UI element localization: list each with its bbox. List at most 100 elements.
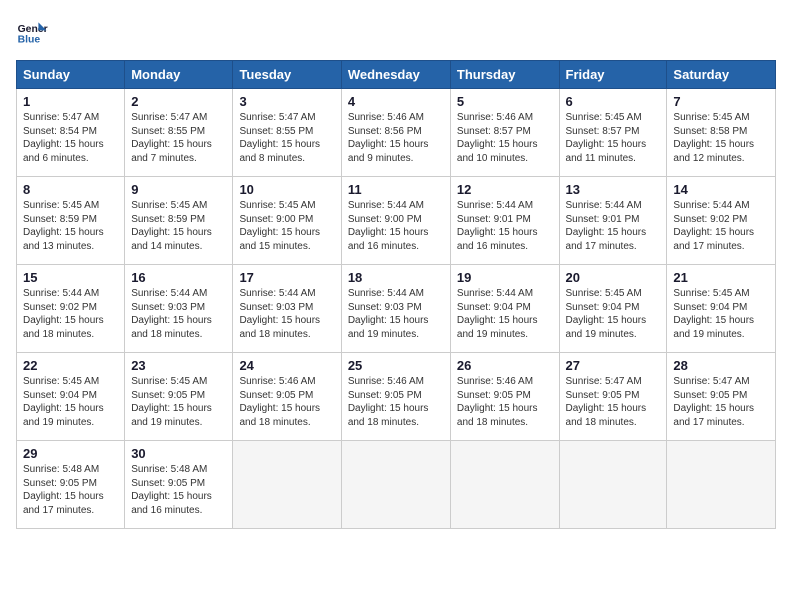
calendar-cell: 1 Sunrise: 5:47 AMSunset: 8:54 PMDaylight…	[17, 89, 125, 177]
day-number: 23	[131, 358, 226, 373]
calendar-cell: 2 Sunrise: 5:47 AMSunset: 8:55 PMDaylight…	[125, 89, 233, 177]
day-info: Sunrise: 5:45 AMSunset: 8:58 PMDaylight:…	[673, 111, 769, 165]
day-info: Sunrise: 5:44 AMSunset: 9:03 PMDaylight:…	[348, 287, 444, 341]
calendar-cell: 18 Sunrise: 5:44 AMSunset: 9:03 PMDayligh…	[341, 265, 450, 353]
calendar-cell: 12 Sunrise: 5:44 AMSunset: 9:01 PMDayligh…	[450, 177, 559, 265]
day-number: 10	[239, 182, 334, 197]
day-number: 13	[566, 182, 661, 197]
day-number: 24	[239, 358, 334, 373]
day-number: 6	[566, 94, 661, 109]
calendar-cell: 16 Sunrise: 5:44 AMSunset: 9:03 PMDayligh…	[125, 265, 233, 353]
calendar-cell: 7 Sunrise: 5:45 AMSunset: 8:58 PMDaylight…	[667, 89, 776, 177]
calendar-week-row: 1 Sunrise: 5:47 AMSunset: 8:54 PMDaylight…	[17, 89, 776, 177]
day-number: 3	[239, 94, 334, 109]
day-info: Sunrise: 5:44 AMSunset: 9:02 PMDaylight:…	[673, 199, 769, 253]
calendar-cell: 10 Sunrise: 5:45 AMSunset: 9:00 PMDayligh…	[233, 177, 341, 265]
day-number: 19	[457, 270, 553, 285]
day-number: 8	[23, 182, 118, 197]
day-info: Sunrise: 5:44 AMSunset: 9:01 PMDaylight:…	[457, 199, 553, 253]
day-number: 5	[457, 94, 553, 109]
day-info: Sunrise: 5:44 AMSunset: 9:03 PMDaylight:…	[239, 287, 334, 341]
svg-text:Blue: Blue	[18, 34, 41, 45]
day-info: Sunrise: 5:47 AMSunset: 8:54 PMDaylight:…	[23, 111, 118, 165]
day-info: Sunrise: 5:47 AMSunset: 9:05 PMDaylight:…	[566, 375, 661, 429]
day-info: Sunrise: 5:44 AMSunset: 9:03 PMDaylight:…	[131, 287, 226, 341]
calendar-cell: 28 Sunrise: 5:47 AMSunset: 9:05 PMDayligh…	[667, 353, 776, 441]
day-info: Sunrise: 5:47 AMSunset: 8:55 PMDaylight:…	[239, 111, 334, 165]
calendar-cell: 19 Sunrise: 5:44 AMSunset: 9:04 PMDayligh…	[450, 265, 559, 353]
day-info: Sunrise: 5:44 AMSunset: 9:04 PMDaylight:…	[457, 287, 553, 341]
calendar-cell: 5Sunrise: 5:46 AMSunset: 8:57 PMDaylight…	[450, 89, 559, 177]
weekday-header: Monday	[125, 61, 233, 89]
calendar-cell: 6 Sunrise: 5:45 AMSunset: 8:57 PMDaylight…	[559, 89, 667, 177]
day-number: 29	[23, 446, 118, 461]
day-info: Sunrise: 5:45 AMSunset: 8:59 PMDaylight:…	[131, 199, 226, 253]
day-number: 2	[131, 94, 226, 109]
calendar-cell: 24 Sunrise: 5:46 AMSunset: 9:05 PMDayligh…	[233, 353, 341, 441]
calendar-cell: 22 Sunrise: 5:45 AMSunset: 9:04 PMDayligh…	[17, 353, 125, 441]
day-info: Sunrise: 5:45 AMSunset: 9:04 PMDaylight:…	[566, 287, 661, 341]
calendar-cell: 9 Sunrise: 5:45 AMSunset: 8:59 PMDaylight…	[125, 177, 233, 265]
day-info: Sunrise: 5:48 AMSunset: 9:05 PMDaylight:…	[131, 463, 226, 517]
day-number: 28	[673, 358, 769, 373]
day-number: 1	[23, 94, 118, 109]
calendar-cell: 13 Sunrise: 5:44 AMSunset: 9:01 PMDayligh…	[559, 177, 667, 265]
calendar-cell	[341, 441, 450, 529]
day-number: 30	[131, 446, 226, 461]
day-info: Sunrise: 5:46 AMSunset: 8:56 PMDaylight:…	[348, 111, 444, 165]
day-number: 12	[457, 182, 553, 197]
day-number: 20	[566, 270, 661, 285]
day-info: Sunrise: 5:47 AMSunset: 9:05 PMDaylight:…	[673, 375, 769, 429]
calendar-week-row: 29 Sunrise: 5:48 AMSunset: 9:05 PMDayligh…	[17, 441, 776, 529]
calendar-cell: 11Sunrise: 5:44 AMSunset: 9:00 PMDayligh…	[341, 177, 450, 265]
calendar-cell: 3 Sunrise: 5:47 AMSunset: 8:55 PMDaylight…	[233, 89, 341, 177]
day-info: Sunrise: 5:45 AMSunset: 8:57 PMDaylight:…	[566, 111, 661, 165]
calendar-cell: 8 Sunrise: 5:45 AMSunset: 8:59 PMDaylight…	[17, 177, 125, 265]
calendar-header-row: SundayMondayTuesdayWednesdayThursdayFrid…	[17, 61, 776, 89]
page-header: General Blue	[16, 16, 776, 48]
day-info: Sunrise: 5:48 AMSunset: 9:05 PMDaylight:…	[23, 463, 118, 517]
weekday-header: Thursday	[450, 61, 559, 89]
weekday-header: Friday	[559, 61, 667, 89]
calendar-week-row: 15Sunrise: 5:44 AMSunset: 9:02 PMDayligh…	[17, 265, 776, 353]
day-info: Sunrise: 5:46 AMSunset: 9:05 PMDaylight:…	[239, 375, 334, 429]
weekday-header: Saturday	[667, 61, 776, 89]
day-number: 16	[131, 270, 226, 285]
day-number: 14	[673, 182, 769, 197]
calendar-cell: 23Sunrise: 5:45 AMSunset: 9:05 PMDayligh…	[125, 353, 233, 441]
calendar-cell: 25Sunrise: 5:46 AMSunset: 9:05 PMDayligh…	[341, 353, 450, 441]
calendar-cell: 14 Sunrise: 5:44 AMSunset: 9:02 PMDayligh…	[667, 177, 776, 265]
day-info: Sunrise: 5:45 AMSunset: 9:00 PMDaylight:…	[239, 199, 334, 253]
calendar-cell: 4 Sunrise: 5:46 AMSunset: 8:56 PMDaylight…	[341, 89, 450, 177]
calendar-cell: 27 Sunrise: 5:47 AMSunset: 9:05 PMDayligh…	[559, 353, 667, 441]
day-info: Sunrise: 5:45 AMSunset: 9:04 PMDaylight:…	[23, 375, 118, 429]
day-number: 18	[348, 270, 444, 285]
calendar-cell: 15Sunrise: 5:44 AMSunset: 9:02 PMDayligh…	[17, 265, 125, 353]
calendar-cell: 17Sunrise: 5:44 AMSunset: 9:03 PMDayligh…	[233, 265, 341, 353]
calendar-cell: 29 Sunrise: 5:48 AMSunset: 9:05 PMDayligh…	[17, 441, 125, 529]
calendar-cell	[450, 441, 559, 529]
day-number: 15	[23, 270, 118, 285]
calendar-cell: 30 Sunrise: 5:48 AMSunset: 9:05 PMDayligh…	[125, 441, 233, 529]
day-info: Sunrise: 5:47 AMSunset: 8:55 PMDaylight:…	[131, 111, 226, 165]
calendar-cell	[667, 441, 776, 529]
day-number: 22	[23, 358, 118, 373]
day-number: 9	[131, 182, 226, 197]
logo-icon: General Blue	[16, 16, 48, 48]
calendar-cell: 21Sunrise: 5:45 AMSunset: 9:04 PMDayligh…	[667, 265, 776, 353]
weekday-header: Sunday	[17, 61, 125, 89]
weekday-header: Tuesday	[233, 61, 341, 89]
calendar-week-row: 8 Sunrise: 5:45 AMSunset: 8:59 PMDaylight…	[17, 177, 776, 265]
calendar-week-row: 22 Sunrise: 5:45 AMSunset: 9:04 PMDayligh…	[17, 353, 776, 441]
day-number: 4	[348, 94, 444, 109]
day-number: 27	[566, 358, 661, 373]
day-number: 7	[673, 94, 769, 109]
calendar-cell	[559, 441, 667, 529]
calendar-cell: 26Sunrise: 5:46 AMSunset: 9:05 PMDayligh…	[450, 353, 559, 441]
weekday-header: Wednesday	[341, 61, 450, 89]
day-info: Sunrise: 5:46 AMSunset: 9:05 PMDaylight:…	[457, 375, 553, 429]
day-number: 11	[348, 182, 444, 197]
day-number: 25	[348, 358, 444, 373]
day-info: Sunrise: 5:45 AMSunset: 8:59 PMDaylight:…	[23, 199, 118, 253]
day-info: Sunrise: 5:44 AMSunset: 9:01 PMDaylight:…	[566, 199, 661, 253]
